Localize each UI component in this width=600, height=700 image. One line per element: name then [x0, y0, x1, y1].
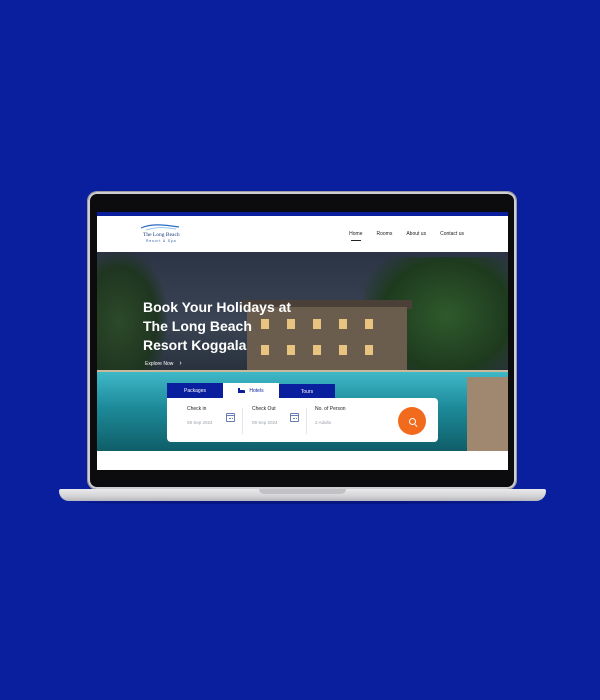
tab-packages[interactable]: Packages [167, 383, 223, 398]
hero-section: Book Your Holidays at The Long Beach Res… [97, 252, 508, 451]
check-in-value: 08 Sep 2024 [187, 420, 213, 425]
explore-now-label: Explore Now [145, 360, 174, 367]
tab-label: Packages [184, 387, 206, 394]
hero-deck [467, 377, 508, 451]
laptop-notch [259, 489, 346, 494]
nav-item-about-us[interactable]: About us [406, 231, 426, 237]
tab-tours[interactable]: Tours [279, 384, 335, 399]
check-out-label: Check Out [252, 406, 276, 412]
calendar-icon[interactable] [290, 413, 299, 422]
bed-icon [238, 388, 246, 393]
hero-title: Book Your Holidays at The Long Beach Res… [143, 298, 343, 355]
laptop-shadow [80, 501, 525, 504]
persons-label: No. of Person [315, 406, 346, 412]
brand-name: The Long Beach [143, 232, 180, 238]
nav-item-contact-us[interactable]: Contact us [440, 231, 464, 237]
tab-hotels[interactable]: Hotels [223, 383, 279, 398]
tab-label: Tours [300, 388, 314, 395]
brand-subtitle: Resort & Spa [146, 239, 177, 243]
check-in-field[interactable]: Check in 08 Sep 2024 [187, 406, 213, 425]
hero-title-line: Resort Koggala [143, 337, 247, 353]
explore-now-link[interactable]: Explore Now › [145, 360, 182, 367]
booking-tabs: Packages Hotels Tours [167, 383, 335, 399]
search-icon [408, 417, 416, 425]
arrow-right-icon: › [179, 360, 182, 367]
tab-label: Hotels [249, 387, 264, 394]
nav-item-rooms[interactable]: Rooms [377, 231, 393, 237]
persons-value: 2 Adults [315, 420, 332, 425]
persons-field[interactable]: No. of Person 2 Adults [315, 406, 346, 425]
booking-search-box: Check in 08 Sep 2024 Check Out 09 Sep 20… [167, 398, 438, 442]
site-header: The Long Beach Resort & Spa Home Rooms A… [97, 216, 508, 252]
hero-title-line: The Long Beach [143, 318, 252, 334]
laptop-base [59, 489, 546, 501]
main-nav: Home Rooms About us Contact us [349, 231, 464, 241]
check-out-field[interactable]: Check Out 09 Sep 2024 [252, 406, 278, 425]
nav-item-home[interactable]: Home [349, 231, 363, 241]
laptop-screen: The Long Beach Resort & Spa Home Rooms A… [97, 212, 508, 470]
hero-title-line: Book Your Holidays at [143, 299, 292, 315]
calendar-icon[interactable] [226, 413, 235, 422]
brand-logo[interactable]: The Long Beach Resort & Spa [140, 223, 188, 245]
field-divider [306, 408, 307, 434]
check-out-value: 09 Sep 2024 [252, 420, 278, 425]
wave-icon [140, 224, 180, 231]
page-content-area [97, 451, 508, 470]
check-in-label: Check in [187, 406, 207, 412]
field-divider [242, 408, 243, 434]
search-button[interactable] [398, 407, 426, 435]
